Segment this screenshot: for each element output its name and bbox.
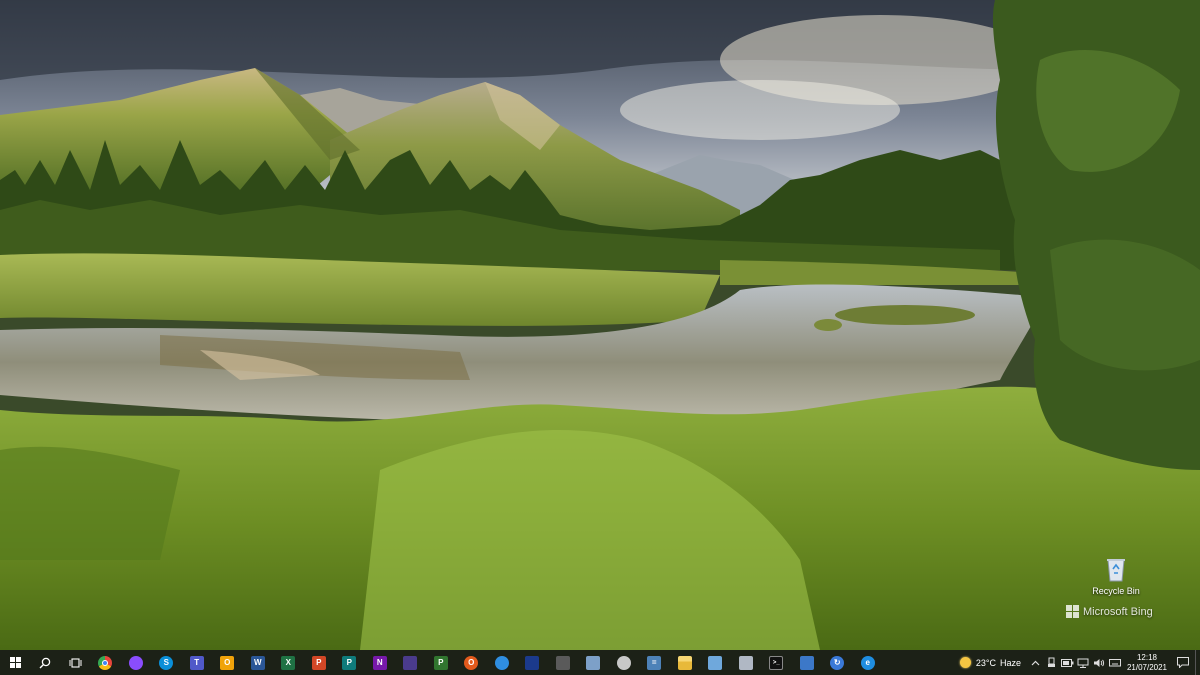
chrome-icon <box>98 655 113 670</box>
taskbar: S T O W X P P N P O = >_ ↻ e 23°C Haze 12:18 21/07/20… <box>0 650 1200 675</box>
task-view-icon <box>69 657 81 668</box>
outlook-icon: O <box>220 655 235 670</box>
taskbar-app-command-prompt[interactable]: >_ <box>761 650 792 675</box>
powerpoint-icon: P <box>311 655 326 670</box>
settings-app-icon <box>708 655 723 670</box>
network-tray-button[interactable] <box>1075 650 1091 675</box>
3d-viewer-icon <box>403 655 418 670</box>
taskbar-app-onenote[interactable]: N <box>365 650 396 675</box>
search-button[interactable] <box>30 650 60 675</box>
weather-widget[interactable]: 23°C Haze <box>954 650 1027 675</box>
edge-legacy-icon: e <box>860 655 875 670</box>
show-hidden-icons-button[interactable] <box>1027 650 1043 675</box>
network-icon <box>1077 658 1089 668</box>
taskbar-app-powershell-ise[interactable] <box>517 650 548 675</box>
taskbar-app-notepad[interactable] <box>578 650 609 675</box>
sync-icon: ↻ <box>830 655 845 670</box>
action-center-button[interactable] <box>1171 650 1195 675</box>
taskbar-app-sync[interactable]: ↻ <box>822 650 853 675</box>
file-explorer-icon <box>677 655 692 670</box>
command-prompt-icon: >_ <box>769 655 784 670</box>
microsoft-bing-text: Microsoft Bing <box>1083 605 1153 618</box>
messenger-icon <box>128 655 143 670</box>
taskbar-app-network-drive[interactable] <box>731 650 762 675</box>
weather-condition: Haze <box>999 657 1021 668</box>
onenote-icon: N <box>372 655 387 670</box>
show-desktop-button[interactable] <box>1195 650 1200 675</box>
taskbar-app-remote-desktop[interactable] <box>792 650 823 675</box>
recycle-bin-icon <box>1107 559 1125 582</box>
publisher-icon: P <box>342 655 357 670</box>
project-icon: P <box>433 655 448 670</box>
skype-icon: S <box>159 655 174 670</box>
taskbar-app-project[interactable]: P <box>426 650 457 675</box>
taskbar-app-snipping-tool[interactable] <box>548 650 579 675</box>
microsoft-bing-watermark: Microsoft Bing <box>1066 605 1153 618</box>
chevron-up-icon <box>1031 660 1039 665</box>
notification-icon <box>1177 657 1189 668</box>
usb-icon <box>1047 657 1055 667</box>
battery-tray-button[interactable] <box>1059 650 1075 675</box>
taskbar-app-paint[interactable] <box>609 650 640 675</box>
battery-icon <box>1060 658 1073 667</box>
snipping-tool-icon <box>555 655 570 670</box>
clock-time: 12:18 <box>1136 653 1158 662</box>
taskbar-app-excel[interactable]: X <box>273 650 304 675</box>
teams-icon: T <box>189 655 204 670</box>
network-drive-icon <box>738 655 753 670</box>
paint-icon <box>616 655 631 670</box>
taskbar-app-office[interactable]: O <box>456 650 487 675</box>
calculator-icon: = <box>647 655 662 670</box>
taskbar-app-teams[interactable]: T <box>182 650 213 675</box>
sun-haze-icon <box>959 657 971 668</box>
start-button[interactable] <box>0 650 30 675</box>
taskbar-app-messenger[interactable] <box>121 650 152 675</box>
volume-icon <box>1094 658 1105 667</box>
taskbar-app-outlook[interactable]: O <box>212 650 243 675</box>
weather-temperature: 23°C <box>975 657 996 668</box>
notepad-icon <box>586 655 601 670</box>
taskbar-app-calculator[interactable]: = <box>639 650 670 675</box>
taskbar-app-ie-dev[interactable] <box>487 650 518 675</box>
taskbar-app-chrome[interactable] <box>90 650 121 675</box>
powershell-ise-icon <box>525 655 540 670</box>
taskbar-app-powerpoint[interactable]: P <box>304 650 335 675</box>
microsoft-logo-icon <box>1066 605 1079 618</box>
taskbar-app-publisher[interactable]: P <box>334 650 365 675</box>
wallpaper-landscape <box>0 0 1200 650</box>
windows-start-icon <box>9 657 21 668</box>
office-icon: O <box>464 655 479 670</box>
remote-desktop-icon <box>799 655 814 670</box>
excel-icon: X <box>281 655 296 670</box>
taskbar-app-edge-legacy[interactable]: e <box>853 650 884 675</box>
volume-tray-button[interactable] <box>1091 650 1107 675</box>
clock-date: 21/07/2021 <box>1126 663 1168 672</box>
system-tray: 23°C Haze 12:18 21/07/2021 <box>954 650 1200 675</box>
taskbar-app-skype[interactable]: S <box>151 650 182 675</box>
pinned-apps: S T O W X P P N P O = >_ ↻ e <box>90 650 883 675</box>
taskbar-app-3d-viewer[interactable] <box>395 650 426 675</box>
clock[interactable]: 12:18 21/07/2021 <box>1123 652 1171 673</box>
word-icon: W <box>250 655 265 670</box>
keyboard-icon <box>1109 659 1121 667</box>
search-icon <box>39 657 51 668</box>
taskbar-app-word[interactable]: W <box>243 650 274 675</box>
recycle-bin-shortcut[interactable]: Recycle Bin <box>1079 556 1153 596</box>
taskbar-app-settings-app[interactable] <box>700 650 731 675</box>
ie-dev-icon <box>494 655 509 670</box>
usb-tray-button[interactable] <box>1043 650 1059 675</box>
taskbar-app-file-explorer[interactable] <box>670 650 701 675</box>
task-view-button[interactable] <box>60 650 90 675</box>
input-language-button[interactable] <box>1107 650 1123 675</box>
desktop[interactable]: Recycle Bin Microsoft Bing <box>0 0 1200 650</box>
recycle-bin-label: Recycle Bin <box>1092 586 1140 596</box>
